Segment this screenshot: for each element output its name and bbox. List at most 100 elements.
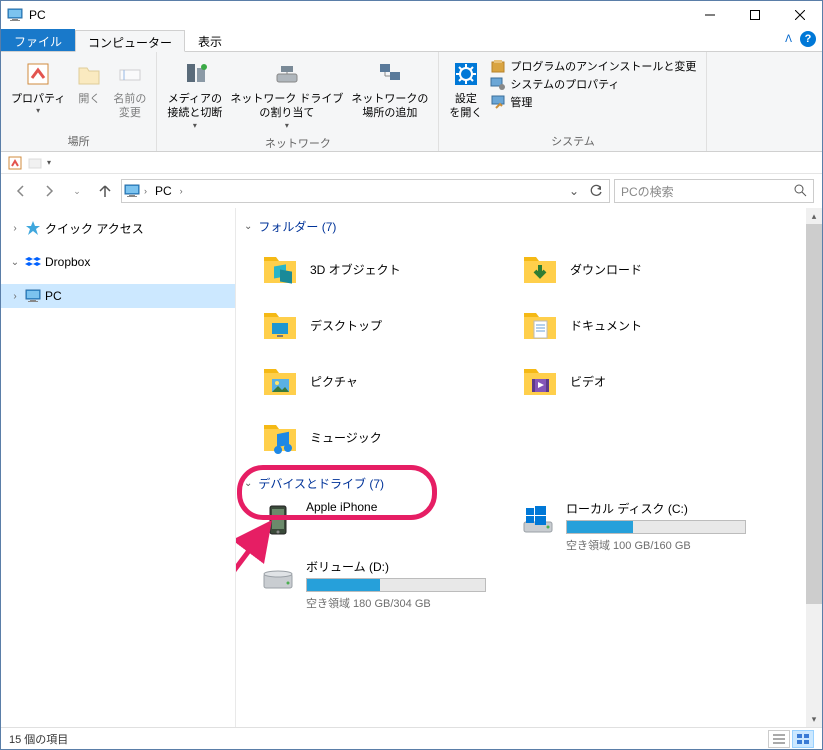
- drive-item[interactable]: ボリューム (D:)空き領域 180 GB/304 GB: [260, 558, 510, 612]
- folder-item[interactable]: ドキュメント: [520, 299, 770, 351]
- forward-button[interactable]: [37, 179, 61, 203]
- ribbon-tabs: ファイル コンピューター 表示 ᐱ ?: [1, 29, 822, 52]
- ribbon-group-system: 設定 を開く プログラムのアンインストールと変更 システムのプロパティ 管理 シ…: [439, 52, 707, 151]
- ribbon-collapse-icon[interactable]: ᐱ: [785, 34, 792, 45]
- folder-icon: [260, 305, 300, 345]
- close-button[interactable]: [777, 1, 822, 29]
- drives-section-header[interactable]: ⌄ デバイスとドライブ (7): [240, 471, 822, 496]
- folder-item[interactable]: ダウンロード: [520, 243, 770, 295]
- system-properties-button[interactable]: システムのプロパティ: [490, 76, 696, 92]
- chevron-down-icon: ▾: [36, 106, 40, 116]
- drive-capacity-bar: [306, 578, 486, 592]
- chevron-down-icon: ⌄: [244, 478, 252, 489]
- drive-sublabel: 空き領域 100 GB/160 GB: [566, 537, 746, 553]
- folder-item[interactable]: ビデオ: [520, 355, 770, 407]
- address-bar[interactable]: › PC › ⌄: [121, 179, 610, 203]
- folder-label: ダウンロード: [570, 261, 642, 278]
- details-view-button[interactable]: [768, 730, 790, 748]
- status-bar: 15 個の項目: [1, 727, 822, 749]
- folder-label: ビデオ: [570, 373, 606, 390]
- scroll-thumb[interactable]: [806, 224, 822, 604]
- map-drive-icon: [271, 58, 303, 90]
- maximize-button[interactable]: [732, 1, 777, 29]
- add-location-icon: [374, 58, 406, 90]
- recent-dropdown[interactable]: ⌄: [65, 179, 89, 203]
- chevron-down-icon[interactable]: ▾: [47, 158, 51, 167]
- minimize-button[interactable]: [687, 1, 732, 29]
- window-title: PC: [29, 8, 687, 22]
- title-bar: PC: [1, 1, 822, 29]
- search-input[interactable]: PCの検索: [614, 179, 814, 203]
- scrollbar[interactable]: ▴ ▾: [806, 208, 822, 727]
- folder-item[interactable]: ピクチャ: [260, 355, 510, 407]
- scroll-down-button[interactable]: ▾: [806, 711, 822, 727]
- properties-qat-icon[interactable]: [7, 155, 23, 171]
- main-area: › クイック アクセス ⌄ Dropbox › PC ⌄ フォルダー (7) 3…: [1, 208, 822, 727]
- search-icon: [793, 183, 807, 200]
- folder-icon: [260, 249, 300, 289]
- tab-view[interactable]: 表示: [185, 29, 235, 51]
- up-button[interactable]: [93, 179, 117, 203]
- pc-icon: [25, 288, 41, 304]
- ribbon-group-network: メディアの 接続と切断 ▾ ネットワーク ドライブ の割り当て ▾ ネットワーク…: [157, 52, 439, 151]
- rename-button[interactable]: 名前の 変更: [109, 56, 150, 123]
- ribbon-group-place: プロパティ ▾ 開く 名前の 変更 場所: [1, 52, 157, 151]
- uninstall-programs-button[interactable]: プログラムのアンインストールと変更: [490, 58, 696, 74]
- dropbox-icon: [25, 254, 41, 270]
- folder-item[interactable]: ミュージック: [260, 411, 510, 463]
- drive-item[interactable]: ローカル ディスク (C:) 空き領域 100 GB/160 GB: [520, 500, 770, 554]
- folders-section-header[interactable]: ⌄ フォルダー (7): [240, 214, 822, 239]
- expand-icon[interactable]: ›: [9, 291, 21, 302]
- gear-icon: [450, 58, 482, 90]
- collapse-icon[interactable]: ⌄: [9, 257, 21, 268]
- system-props-icon: [490, 76, 506, 92]
- ribbon: プロパティ ▾ 開く 名前の 変更 場所 メディアの 接続と切断 ▾ ネットワ: [1, 52, 822, 152]
- content-pane: ⌄ フォルダー (7) 3D オブジェクト ダウンロードデスクトップ ドキュメントピ…: [236, 208, 822, 727]
- nav-tree: › クイック アクセス ⌄ Dropbox › PC: [1, 208, 236, 727]
- open-settings-button[interactable]: 設定 を開く: [445, 56, 486, 123]
- sidebar-item-quick-access[interactable]: › クイック アクセス: [1, 216, 235, 240]
- scroll-up-button[interactable]: ▴: [806, 208, 822, 224]
- address-dropdown[interactable]: ⌄: [563, 180, 585, 202]
- breadcrumb-sep[interactable]: ›: [144, 186, 147, 196]
- sidebar-item-dropbox[interactable]: ⌄ Dropbox: [1, 250, 235, 274]
- back-button[interactable]: [9, 179, 33, 203]
- rename-icon: [114, 58, 146, 90]
- media-connect-button[interactable]: メディアの 接続と切断 ▾: [163, 56, 226, 133]
- pc-icon: [7, 8, 23, 22]
- chevron-down-icon: ▾: [193, 121, 197, 131]
- map-drive-button[interactable]: ネットワーク ドライブ の割り当て ▾: [226, 56, 347, 133]
- folder-icon: [520, 249, 560, 289]
- properties-button[interactable]: プロパティ ▾: [7, 56, 69, 119]
- folder-item[interactable]: デスクトップ: [260, 299, 510, 351]
- ribbon-group-label: ネットワーク: [163, 133, 432, 151]
- sidebar-item-pc[interactable]: › PC: [1, 284, 235, 308]
- qat-icon[interactable]: [27, 155, 43, 171]
- drive-sublabel: 空き領域 180 GB/304 GB: [306, 595, 486, 611]
- chevron-down-icon: ▾: [285, 121, 289, 131]
- manage-button[interactable]: 管理: [490, 94, 696, 110]
- folder-label: ミュージック: [310, 429, 382, 446]
- tab-file[interactable]: ファイル: [1, 29, 75, 51]
- pc-icon: [124, 184, 140, 198]
- expand-icon[interactable]: ›: [9, 223, 21, 234]
- refresh-button[interactable]: [585, 180, 607, 202]
- tiles-view-button[interactable]: [792, 730, 814, 748]
- uninstall-icon: [490, 58, 506, 74]
- properties-icon: [22, 58, 54, 90]
- add-location-button[interactable]: ネットワークの 場所の追加: [347, 56, 432, 123]
- folder-label: ドキュメント: [570, 317, 642, 334]
- drive-icon: [520, 502, 556, 538]
- tab-computer[interactable]: コンピューター: [75, 30, 185, 52]
- help-icon[interactable]: ?: [800, 31, 816, 47]
- folder-icon: [260, 417, 300, 457]
- drive-label: ローカル ディスク (C:): [566, 500, 746, 517]
- drive-label: Apple iPhone: [306, 500, 377, 514]
- breadcrumb[interactable]: PC: [151, 184, 176, 198]
- drive-item[interactable]: Apple iPhone: [260, 500, 510, 554]
- drive-capacity-bar: [566, 520, 746, 534]
- folder-item[interactable]: 3D オブジェクト: [260, 243, 510, 295]
- manage-icon: [490, 94, 506, 110]
- breadcrumb-sep[interactable]: ›: [180, 186, 183, 196]
- open-button[interactable]: 開く: [69, 56, 109, 108]
